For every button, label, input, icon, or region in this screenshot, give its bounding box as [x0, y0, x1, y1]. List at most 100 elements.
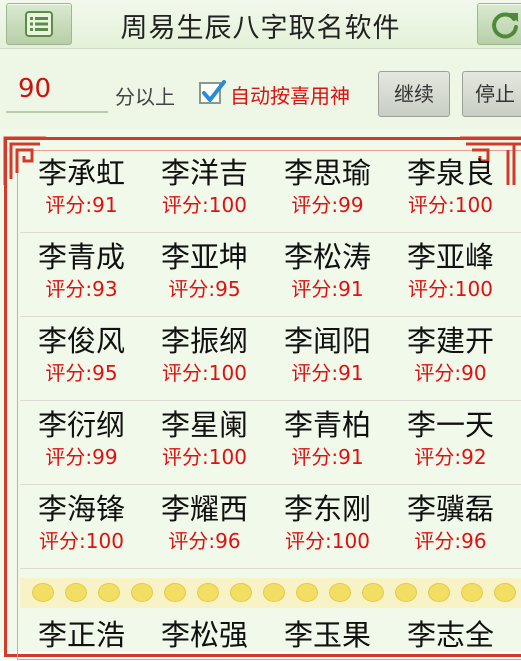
candidate-score: 评分:100: [285, 529, 370, 553]
candidate-name: 李东刚: [283, 492, 371, 526]
min-score-input[interactable]: [6, 67, 108, 113]
divider-dot: [197, 583, 219, 602]
candidate-name: 李松涛: [283, 240, 371, 274]
app-title: 周易生辰八字取名软件: [120, 13, 401, 44]
candidate-score: 评分:95: [45, 361, 118, 385]
results-panel: 李承虹评分:91 李洋吉评分:100 李思瑜评分:99 李泉良评分:100 李青…: [0, 129, 521, 660]
divider-dot: [296, 583, 318, 602]
continue-button[interactable]: 继续: [378, 71, 450, 117]
stop-button[interactable]: 停止: [462, 71, 521, 117]
candidate-score: 评分:90: [414, 361, 487, 385]
auto-xiyongshen-label[interactable]: 自动按喜用神: [230, 80, 350, 109]
candidate-name: 李海锋: [37, 492, 125, 526]
name-result-item[interactable]: 李衍纲 评分:99: [20, 401, 143, 484]
divider-dot: [329, 583, 351, 602]
name-result-item[interactable]: 李振纲评分:100: [143, 317, 266, 400]
divider-dot: [131, 583, 153, 602]
candidate-name: 李洋吉: [160, 156, 248, 190]
name-result-item[interactable]: 李洋吉评分:100: [143, 149, 266, 232]
name-result-item[interactable]: 李骥磊评分:96: [389, 485, 512, 568]
candidate-score: 评分:93: [45, 277, 118, 301]
candidate-score: 评分:99: [45, 445, 118, 469]
candidate-score: 评分:100: [39, 529, 124, 553]
candidate-score: 评分:95: [168, 277, 241, 301]
name-result-item[interactable]: 李俊风评分:95: [20, 317, 143, 400]
candidate-score: 评分:91: [45, 193, 118, 217]
refresh-icon: [492, 12, 518, 39]
candidate-score: 评分:92: [414, 445, 487, 469]
result-row: 李青成评分:93 李亚坤评分:95 李松涛评分:91 李亚峰评分:100: [20, 233, 521, 317]
candidate-name: 李青成: [37, 240, 125, 274]
batch-divider: [20, 578, 521, 608]
name-result-item[interactable]: 李承虹评分:91: [20, 149, 143, 232]
divider-dot: [65, 583, 87, 602]
candidate-score: 评分:100: [408, 193, 493, 217]
candidate-score: 评分:100: [162, 361, 247, 385]
name-result-item[interactable]: 李青成评分:93: [20, 233, 143, 316]
candidate-name: 李耀西: [160, 492, 248, 526]
divider-dot: [263, 583, 285, 602]
candidate-name: 李俊风: [37, 324, 125, 358]
name-result-item[interactable]: 李泉良评分:100: [389, 149, 512, 232]
result-row: 李正浩 李松强 李玉果 李志全: [20, 611, 521, 661]
divider-dot: [461, 583, 483, 602]
candidate-name: 李建开: [406, 324, 494, 358]
candidate-score: 评分:91: [291, 277, 364, 301]
result-row: 李承虹评分:91 李洋吉评分:100 李思瑜评分:99 李泉良评分:100: [20, 149, 521, 233]
candidate-name: 李青柏: [283, 408, 371, 442]
candidate-name: 李思瑜: [283, 156, 371, 190]
divider-dot: [395, 583, 417, 602]
candidate-name: 李振纲: [160, 324, 248, 358]
name-result-item[interactable]: 李思瑜评分:99: [266, 149, 389, 232]
name-result-item[interactable]: 李松强: [143, 611, 266, 661]
result-row: 李俊风评分:95 李振纲评分:100 李闻阳评分:91 李建开评分:90: [20, 317, 521, 401]
candidate-name: 李正浩: [37, 618, 125, 652]
candidate-name: 李一天: [406, 408, 494, 442]
candidate-score: 评分:91: [291, 361, 364, 385]
divider-dot: [494, 583, 516, 602]
divider-dot: [32, 583, 54, 602]
divider-dot: [230, 583, 252, 602]
candidate-score: 评分:100: [408, 277, 493, 301]
name-result-item[interactable]: 李正浩: [20, 611, 143, 661]
candidate-name: 李承虹: [37, 156, 125, 190]
name-result-item[interactable]: 李亚峰评分:100: [389, 233, 512, 316]
name-results-grid: 李承虹评分:91 李洋吉评分:100 李思瑜评分:99 李泉良评分:100 李青…: [20, 149, 521, 569]
candidate-name: 李闻阳: [283, 324, 371, 358]
name-result-item[interactable]: 李松涛评分:91: [266, 233, 389, 316]
auto-xiyongshen-checkbox[interactable]: [199, 80, 226, 104]
candidate-score: 评分:100: [162, 193, 247, 217]
candidate-score: 评分:96: [414, 529, 487, 553]
name-result-item[interactable]: 李海锋评分:100: [20, 485, 143, 568]
name-result-item[interactable]: 李志全: [389, 611, 512, 661]
candidate-name: 李志全: [406, 618, 494, 652]
candidate-score: 评分:100: [162, 445, 247, 469]
name-result-item[interactable]: 李东刚评分:100: [266, 485, 389, 568]
candidate-name: 李亚峰: [406, 240, 494, 274]
name-result-item[interactable]: 李耀西评分:96: [143, 485, 266, 568]
candidate-name: 李星阑: [160, 408, 248, 442]
candidate-name: 李玉果: [283, 618, 371, 652]
name-result-item[interactable]: 李亚坤评分:95: [143, 233, 266, 316]
result-row: 李衍纲 评分:99 李星阑评分:100 李青柏评分:91 李一天评分:92: [20, 401, 521, 485]
divider-dot: [362, 583, 384, 602]
candidate-name: 李松强: [160, 618, 248, 652]
name-result-item[interactable]: 李青柏评分:91: [266, 401, 389, 484]
candidate-score: 评分:99: [291, 193, 364, 217]
candidate-name: 李骥磊: [406, 492, 494, 526]
name-result-item[interactable]: 李星阑评分:100: [143, 401, 266, 484]
min-score-suffix: 分以上: [115, 85, 175, 109]
candidate-name: 李亚坤: [160, 240, 248, 274]
candidate-score: 评分:91: [291, 445, 364, 469]
name-result-item[interactable]: 李建开评分:90: [389, 317, 512, 400]
result-row: 李海锋评分:100 李耀西评分:96 李东刚评分:100 李骥磊评分:96: [20, 485, 521, 569]
divider-dot: [98, 583, 120, 602]
name-result-item[interactable]: 李玉果: [266, 611, 389, 661]
candidate-score: 评分:96: [168, 529, 241, 553]
name-result-item[interactable]: 李闻阳评分:91: [266, 317, 389, 400]
candidate-name: 李泉良: [406, 156, 494, 190]
filter-controls: 分以上 自动按喜用神 继续 停止: [0, 49, 521, 129]
name-result-item[interactable]: 李一天评分:92: [389, 401, 512, 484]
title-bar: 周易生辰八字取名软件: [0, 0, 521, 49]
refresh-button[interactable]: [477, 3, 521, 45]
